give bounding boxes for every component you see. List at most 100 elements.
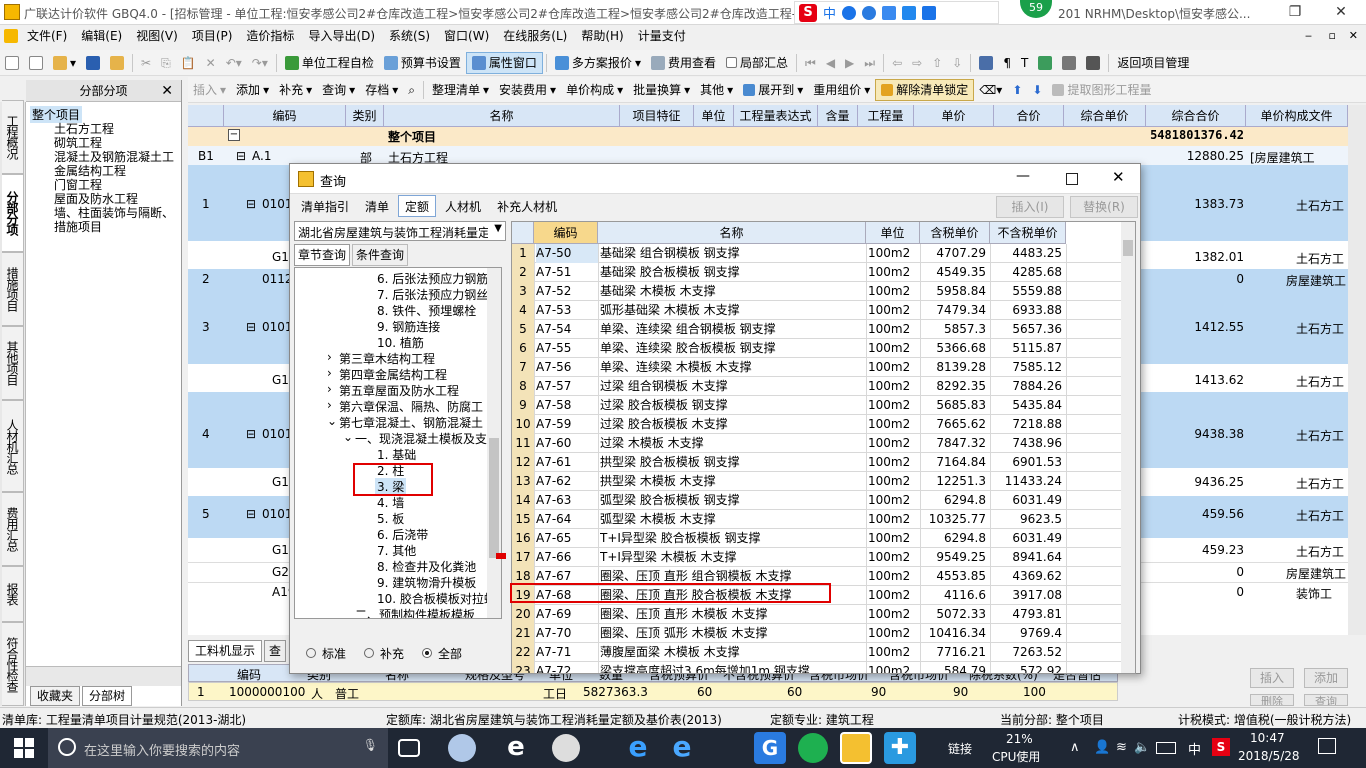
menu-window[interactable]: 窗口(W) bbox=[437, 25, 496, 47]
ie-icon[interactable]: e bbox=[500, 732, 532, 764]
archive-menu[interactable]: 存档 ▾ bbox=[360, 79, 403, 101]
redo-icon[interactable]: ↷▾ bbox=[247, 52, 273, 74]
reuse-price-menu[interactable]: 重用组价 ▾ bbox=[808, 79, 875, 101]
quota-header-unit[interactable]: 单位 bbox=[866, 222, 920, 244]
text-icon[interactable]: T bbox=[1016, 52, 1033, 74]
budget-settings-button[interactable]: 预算书设置 bbox=[379, 52, 466, 74]
quota-row[interactable]: 13 A7-62 拱型梁 木模板 木支撑 100m2 12251.3 11433.24 bbox=[512, 472, 1122, 491]
bottom-insert-button[interactable]: 插入 bbox=[1250, 668, 1294, 688]
tree-node[interactable]: 9. 钢筋连接 bbox=[377, 318, 440, 335]
tree-scrollbar[interactable] bbox=[26, 666, 181, 686]
tree-scrollbar[interactable] bbox=[487, 268, 501, 618]
supplement-menu[interactable]: 补充 ▾ bbox=[274, 79, 317, 101]
expand-to-menu[interactable]: 展开到 ▾ bbox=[738, 79, 808, 101]
quota-row[interactable]: 16 A7-65 T+I异型梁 胶合板模板 钢支撑 100m2 6294.8 6031.4… bbox=[512, 529, 1122, 548]
tab-chapter-query[interactable]: 章节查询 bbox=[294, 244, 351, 266]
tree-node[interactable]: 7. 其他 bbox=[377, 542, 416, 559]
expand-icon[interactable]: › bbox=[327, 366, 332, 380]
unlock-list-button[interactable]: 解除清单锁定 bbox=[875, 78, 975, 101]
restore-icon[interactable]: ❐ bbox=[1272, 0, 1318, 24]
grid-header-unit[interactable]: 单位 bbox=[694, 105, 734, 127]
quota-row[interactable]: 14 A7-63 弧型梁 胶合板模板 钢支撑 100m2 6294.8 6031.49 bbox=[512, 491, 1122, 510]
wifi-icon[interactable]: ≋ bbox=[1116, 740, 1127, 755]
quota-header-price-tax[interactable]: 含税单价 bbox=[920, 222, 990, 244]
grid-header-type[interactable]: 类别 bbox=[346, 105, 384, 127]
quota-library-select[interactable]: 湖北省房屋建筑与装饰工程消耗量定 ▼ bbox=[294, 221, 506, 241]
taskbar-link-label[interactable]: 链接 bbox=[948, 740, 972, 757]
tree-node[interactable]: 4. 墙 bbox=[377, 494, 404, 511]
mdi-close-icon[interactable]: ✕ bbox=[1349, 25, 1358, 47]
clock-time[interactable]: 10:47 bbox=[1250, 731, 1285, 745]
chat-app-icon[interactable] bbox=[798, 733, 828, 763]
menu-edit[interactable]: 编辑(E) bbox=[74, 25, 129, 47]
tab-condition-query[interactable]: 条件查询 bbox=[352, 244, 409, 266]
quota-row[interactable]: 23 A7-72 梁支撑高度超过3.6m每增加1m 钢支撑 100m2 584.79 57… bbox=[512, 662, 1122, 673]
lang-indicator[interactable]: 中 bbox=[1188, 739, 1201, 758]
glodon-app-icon[interactable]: G bbox=[754, 732, 786, 764]
grid-header-price-file[interactable]: 单价构成文件 bbox=[1246, 105, 1348, 127]
splitter-marker[interactable] bbox=[496, 553, 506, 559]
paste-icon[interactable]: 📋 bbox=[176, 52, 201, 74]
tree-node[interactable]: 第五章屋面及防水工程 bbox=[339, 382, 459, 399]
quota-row[interactable]: 8 A7-57 过梁 组合钢模板 木支撑 100m2 8292.35 7884.26 bbox=[512, 377, 1122, 396]
fee-view-button[interactable]: 费用查看 bbox=[646, 52, 721, 74]
tree-node[interactable]: 第七章混凝土、钢筋混凝土 bbox=[339, 414, 483, 431]
save-all-icon[interactable] bbox=[105, 52, 129, 74]
tree-node[interactable]: 第三章木结构工程 bbox=[339, 350, 435, 367]
maximize-icon[interactable] bbox=[1066, 173, 1078, 185]
quota-row[interactable]: 6 A7-55 单梁、连续梁 胶合板模板 钢支撑 100m2 5366.68 5115.8… bbox=[512, 339, 1122, 358]
quota-header-code[interactable]: 编码 bbox=[534, 222, 598, 244]
palette-icon[interactable] bbox=[1033, 52, 1057, 74]
edge-icon[interactable]: e bbox=[622, 732, 654, 764]
tab-labor-material[interactable]: 人材机 bbox=[438, 195, 488, 217]
ime-keyboard-icon[interactable] bbox=[882, 5, 897, 20]
grid-header-price[interactable]: 单价 bbox=[914, 105, 994, 127]
tree-node[interactable]: 第六章保温、隔热、防腐工 bbox=[339, 398, 483, 415]
grid-header-code[interactable]: 编码 bbox=[224, 105, 346, 127]
tree-node[interactable]: 6. 后张法预应力钢筋 bbox=[377, 270, 488, 287]
ime-toolbar[interactable]: S 中 bbox=[794, 1, 999, 24]
tab-other-items[interactable]: 其他项目 bbox=[2, 326, 24, 400]
fan-app-icon[interactable] bbox=[448, 734, 476, 762]
menu-view[interactable]: 视图(V) bbox=[129, 25, 185, 47]
quota-row[interactable]: 20 A7-69 圈梁、压顶 直形 木模板 木支撑 100m2 5072.33 4793.… bbox=[512, 605, 1122, 624]
expand-icon[interactable]: › bbox=[327, 350, 332, 364]
tree-node[interactable]: 8. 检查井及化粪池 bbox=[377, 558, 476, 575]
move-down-icon[interactable]: ⬇ bbox=[1027, 79, 1047, 101]
quota-row[interactable]: 17 A7-66 T+I异型梁 木模板 木支撑 100m2 9549.25 8941.64 bbox=[512, 548, 1122, 567]
batch-convert-menu[interactable]: 批量换算 ▾ bbox=[628, 79, 695, 101]
active-app-icon[interactable] bbox=[840, 732, 872, 764]
menu-project[interactable]: 项目(P) bbox=[185, 25, 240, 47]
collapse-icon[interactable]: ⊟ bbox=[246, 320, 256, 334]
ime-mode-icon[interactable]: 中 bbox=[823, 3, 836, 22]
extract-quantity-button[interactable]: 提取图形工程量 bbox=[1047, 79, 1156, 101]
save-icon[interactable] bbox=[81, 52, 105, 74]
expand-icon[interactable]: › bbox=[327, 382, 332, 396]
mdi-restore-icon[interactable]: ▫ bbox=[1329, 25, 1336, 47]
tab-project-overview[interactable]: 工程概况 bbox=[2, 100, 24, 174]
tree-node[interactable]: 第四章金属结构工程 bbox=[339, 366, 447, 383]
mic-icon[interactable]: 🎙 bbox=[363, 738, 378, 752]
menu-online[interactable]: 在线服务(L) bbox=[496, 25, 574, 47]
plus-app-icon[interactable]: ✚ bbox=[884, 732, 916, 764]
user-icon[interactable]: 👤 bbox=[1094, 740, 1110, 755]
self-check-button[interactable]: 单位工程自检 bbox=[280, 52, 379, 74]
close-icon[interactable]: ✕ bbox=[161, 80, 173, 102]
quota-row[interactable]: 12 A7-61 拱型梁 胶合板模板 钢支撑 100m2 7164.84 6901.53 bbox=[512, 453, 1122, 472]
tree-node[interactable]: 7. 后张法预应力钢丝 bbox=[377, 286, 488, 303]
quota-row[interactable]: 21 A7-70 圈梁、压顶 弧形 木模板 木支撑 100m2 10416.34 9769… bbox=[512, 624, 1122, 643]
menu-system[interactable]: 系统(S) bbox=[382, 25, 437, 47]
tab-list-guide[interactable]: 清单指引 bbox=[294, 195, 356, 217]
sogou-tray-icon[interactable]: S bbox=[1212, 738, 1230, 756]
insert-menu[interactable]: 插入 ▾ bbox=[188, 79, 231, 101]
settings-app-icon[interactable] bbox=[552, 734, 580, 762]
task-view-icon[interactable] bbox=[398, 739, 420, 757]
tab-fee-summary[interactable]: 费用汇总 bbox=[2, 492, 24, 566]
grid-header-composite-total[interactable]: 综合合价 bbox=[1146, 105, 1246, 127]
multi-scheme-button[interactable]: 多方案报价 ▾ bbox=[550, 52, 646, 74]
tab-division-items[interactable]: 分部分项 bbox=[2, 174, 24, 252]
tab-labor-material-display[interactable]: 工料机显示 bbox=[188, 640, 263, 662]
tree-node[interactable]: 一、现浇混凝土模板及支 bbox=[355, 430, 487, 447]
grid-header-name[interactable]: 名称 bbox=[384, 105, 620, 127]
menu-import-export[interactable]: 导入导出(D) bbox=[301, 25, 382, 47]
